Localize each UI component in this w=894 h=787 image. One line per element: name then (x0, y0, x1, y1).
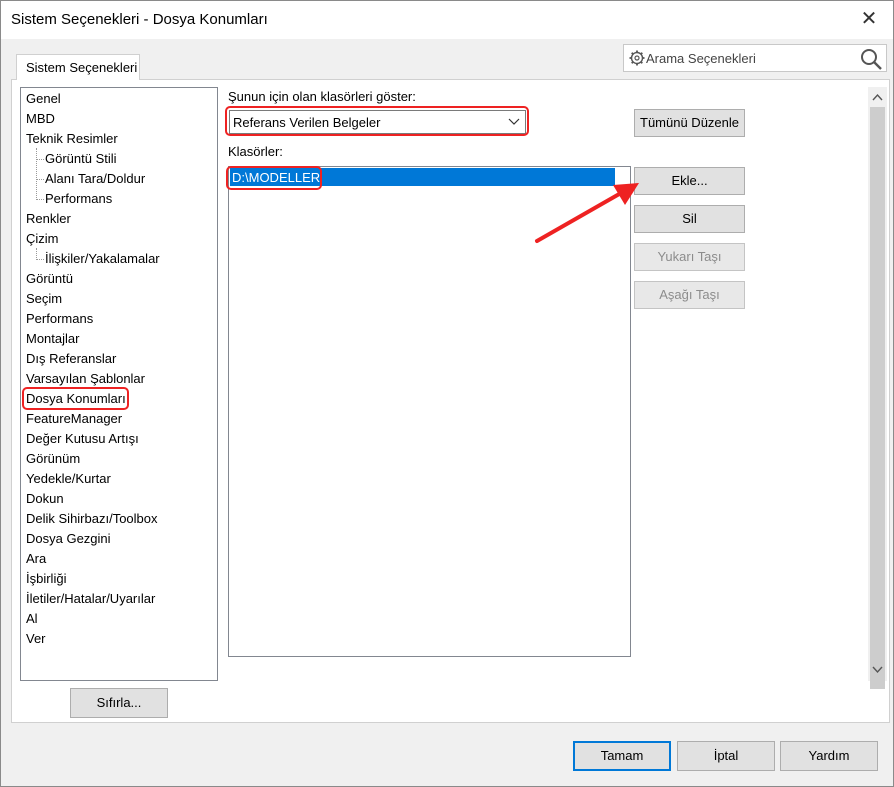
window-title: Sistem Seçenekleri - Dosya Konumları (11, 11, 268, 28)
red-arrow-annotation (535, 183, 639, 243)
tree-item[interactable]: Dosya Gezgini (26, 529, 111, 549)
tree-item[interactable]: MBD (26, 109, 55, 129)
cancel-button[interactable]: İptal (677, 741, 775, 771)
search-placeholder[interactable]: Arama Seçenekleri (646, 51, 756, 66)
search-icon[interactable] (859, 47, 883, 71)
tree-item[interactable]: İşbirliği (26, 569, 66, 589)
tree-connector (36, 179, 44, 180)
tree-item[interactable]: FeatureManager (26, 409, 122, 429)
options-dialog: Sistem Seçenekleri - Dosya Konumları ✕ S… (0, 0, 894, 787)
vertical-scrollbar[interactable] (868, 87, 887, 689)
tree-connector (36, 259, 44, 260)
tab-system-options[interactable]: Sistem Seçenekleri (16, 54, 140, 80)
tree-item[interactable]: İletiler/Hatalar/Uyarılar (26, 589, 155, 609)
reset-button[interactable]: Sıfırla... (70, 688, 168, 718)
tree-item[interactable]: Ara (26, 549, 46, 569)
tree-connector (36, 148, 37, 200)
document-type-dropdown[interactable]: Referans Verilen Belgeler (229, 110, 526, 134)
search-box[interactable]: Arama Seçenekleri (623, 44, 887, 72)
tree-item[interactable]: Görüntü (26, 269, 73, 289)
edit-all-button[interactable]: Tümünü Düzenle (634, 109, 745, 137)
gear-icon[interactable] (628, 49, 646, 67)
tree-item[interactable]: Seçim (26, 289, 62, 309)
tree-connector (36, 199, 44, 200)
scroll-up-icon[interactable] (871, 91, 884, 104)
tree-item[interactable]: Genel (26, 89, 61, 109)
tree-item[interactable]: Varsayılan Şablonlar (26, 369, 145, 389)
tree-item[interactable]: Alanı Tara/Doldur (45, 169, 145, 189)
tree-item[interactable]: Dosya Konumları (26, 389, 126, 409)
ok-button[interactable]: Tamam (573, 741, 671, 771)
tree-item[interactable]: Görünüm (26, 449, 80, 469)
scrollbar-thumb[interactable] (870, 107, 885, 689)
folders-label: Klasörler: (228, 144, 283, 159)
tree-item[interactable]: Dokun (26, 489, 64, 509)
tree-item[interactable]: Yedekle/Kurtar (26, 469, 111, 489)
tree-item[interactable]: İlişkiler/Yakalamalar (45, 249, 160, 269)
tree-item[interactable]: Delik Sihirbazı/Toolbox (26, 509, 158, 529)
show-folders-label: Şunun için olan klasörleri göster: (228, 89, 416, 104)
tree-item[interactable]: Al (26, 609, 38, 629)
tree-item[interactable]: Ver (26, 629, 46, 649)
tree-item[interactable]: Performans (45, 189, 112, 209)
move-down-button[interactable]: Aşağı Taşı (634, 281, 745, 309)
options-tree: Genel MBD Teknik Resimler Görüntü Stili Alan… (20, 87, 218, 681)
close-button[interactable]: ✕ (857, 7, 881, 31)
tree-item[interactable]: Renkler (26, 209, 71, 229)
help-button[interactable]: Yardım (780, 741, 878, 771)
tree-item[interactable]: Teknik Resimler (26, 129, 118, 149)
tree-item[interactable]: Çizim (26, 229, 59, 249)
tree-item[interactable]: Performans (26, 309, 93, 329)
tree-item[interactable]: Montajlar (26, 329, 79, 349)
scroll-down-icon[interactable] (871, 663, 884, 676)
tree-connector (36, 159, 44, 160)
tree-item[interactable]: Değer Kutusu Artışı (26, 429, 139, 449)
document-type-value[interactable]: Referans Verilen Belgeler (233, 115, 380, 130)
tree-item[interactable]: Dış Referanslar (26, 349, 116, 369)
chevron-down-icon[interactable] (508, 115, 520, 127)
tree-item[interactable]: Görüntü Stili (45, 149, 117, 169)
title-bar: Sistem Seçenekleri - Dosya Konumları ✕ (1, 1, 893, 39)
